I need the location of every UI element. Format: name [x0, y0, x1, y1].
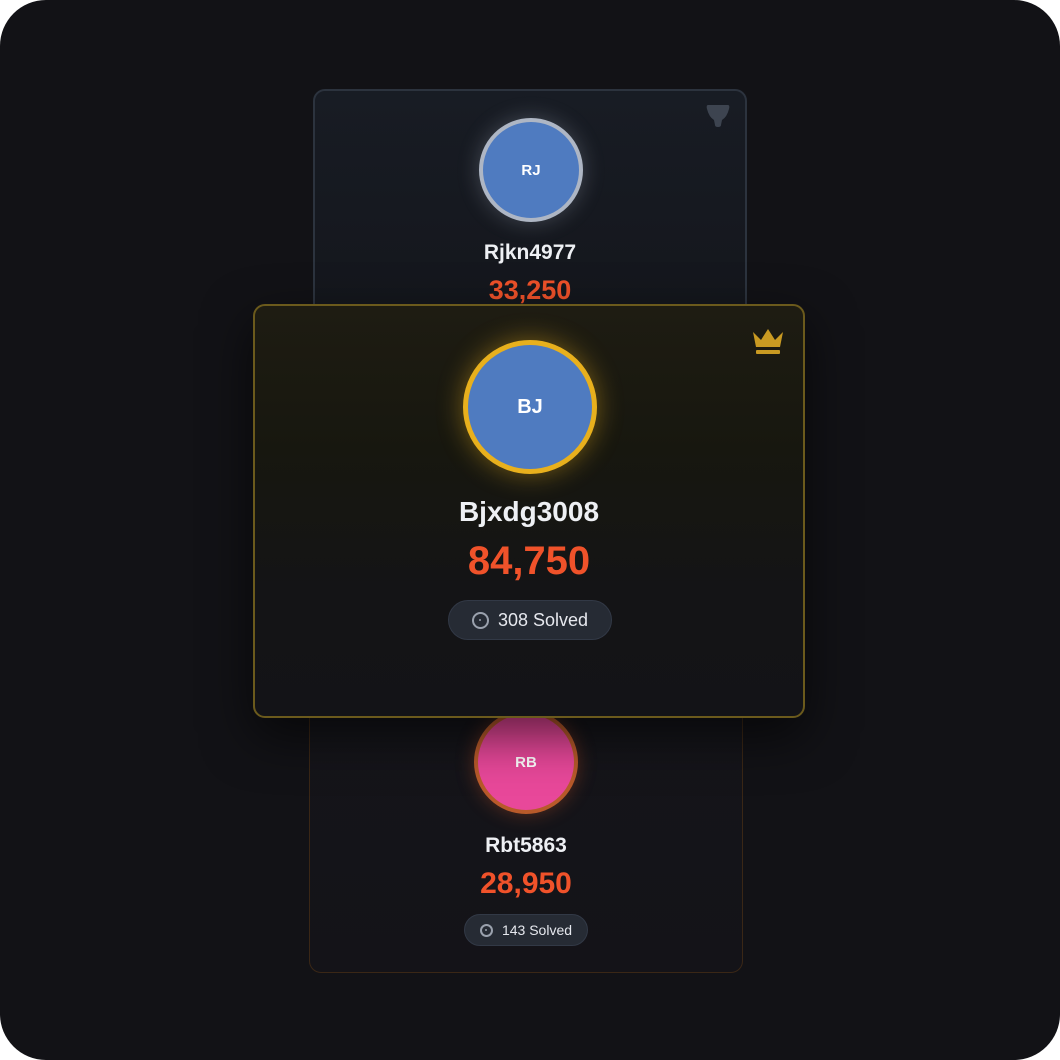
username: Rjkn4977: [483, 241, 577, 264]
solved-count: 143 Solved: [501, 922, 573, 938]
third-place-card[interactable]: RB Rbt5863 28,950 143 Solved: [309, 700, 743, 973]
solved-count: 308 Solved: [497, 609, 589, 630]
username: Bjxdg3008: [458, 496, 600, 527]
target-icon: [471, 611, 489, 629]
avatar-initials: RB: [515, 753, 537, 771]
solved-badge: 308 Solved: [448, 600, 612, 640]
score: 84,750: [467, 539, 591, 583]
first-place-card[interactable]: BJ Bjxdg3008 84,750 308 Solved: [253, 304, 805, 718]
trophy-icon: [706, 105, 730, 127]
avatar: RB: [474, 710, 578, 814]
crown-icon: [753, 329, 783, 354]
avatar-initials: BJ: [517, 395, 543, 418]
solved-badge: 143 Solved: [464, 914, 588, 946]
target-icon: [479, 923, 493, 937]
avatar: BJ: [463, 340, 597, 474]
avatar-initials: RJ: [521, 161, 541, 179]
leaderboard-podium: RJ Rjkn4977 33,250 RB Rbt5863 28,950 143…: [0, 0, 1060, 1060]
username: Rbt5863: [485, 834, 567, 857]
score: 28,950: [480, 867, 572, 900]
second-place-card[interactable]: RJ Rjkn4977 33,250: [313, 89, 747, 329]
avatar: RJ: [479, 118, 583, 222]
score: 33,250: [488, 275, 572, 305]
